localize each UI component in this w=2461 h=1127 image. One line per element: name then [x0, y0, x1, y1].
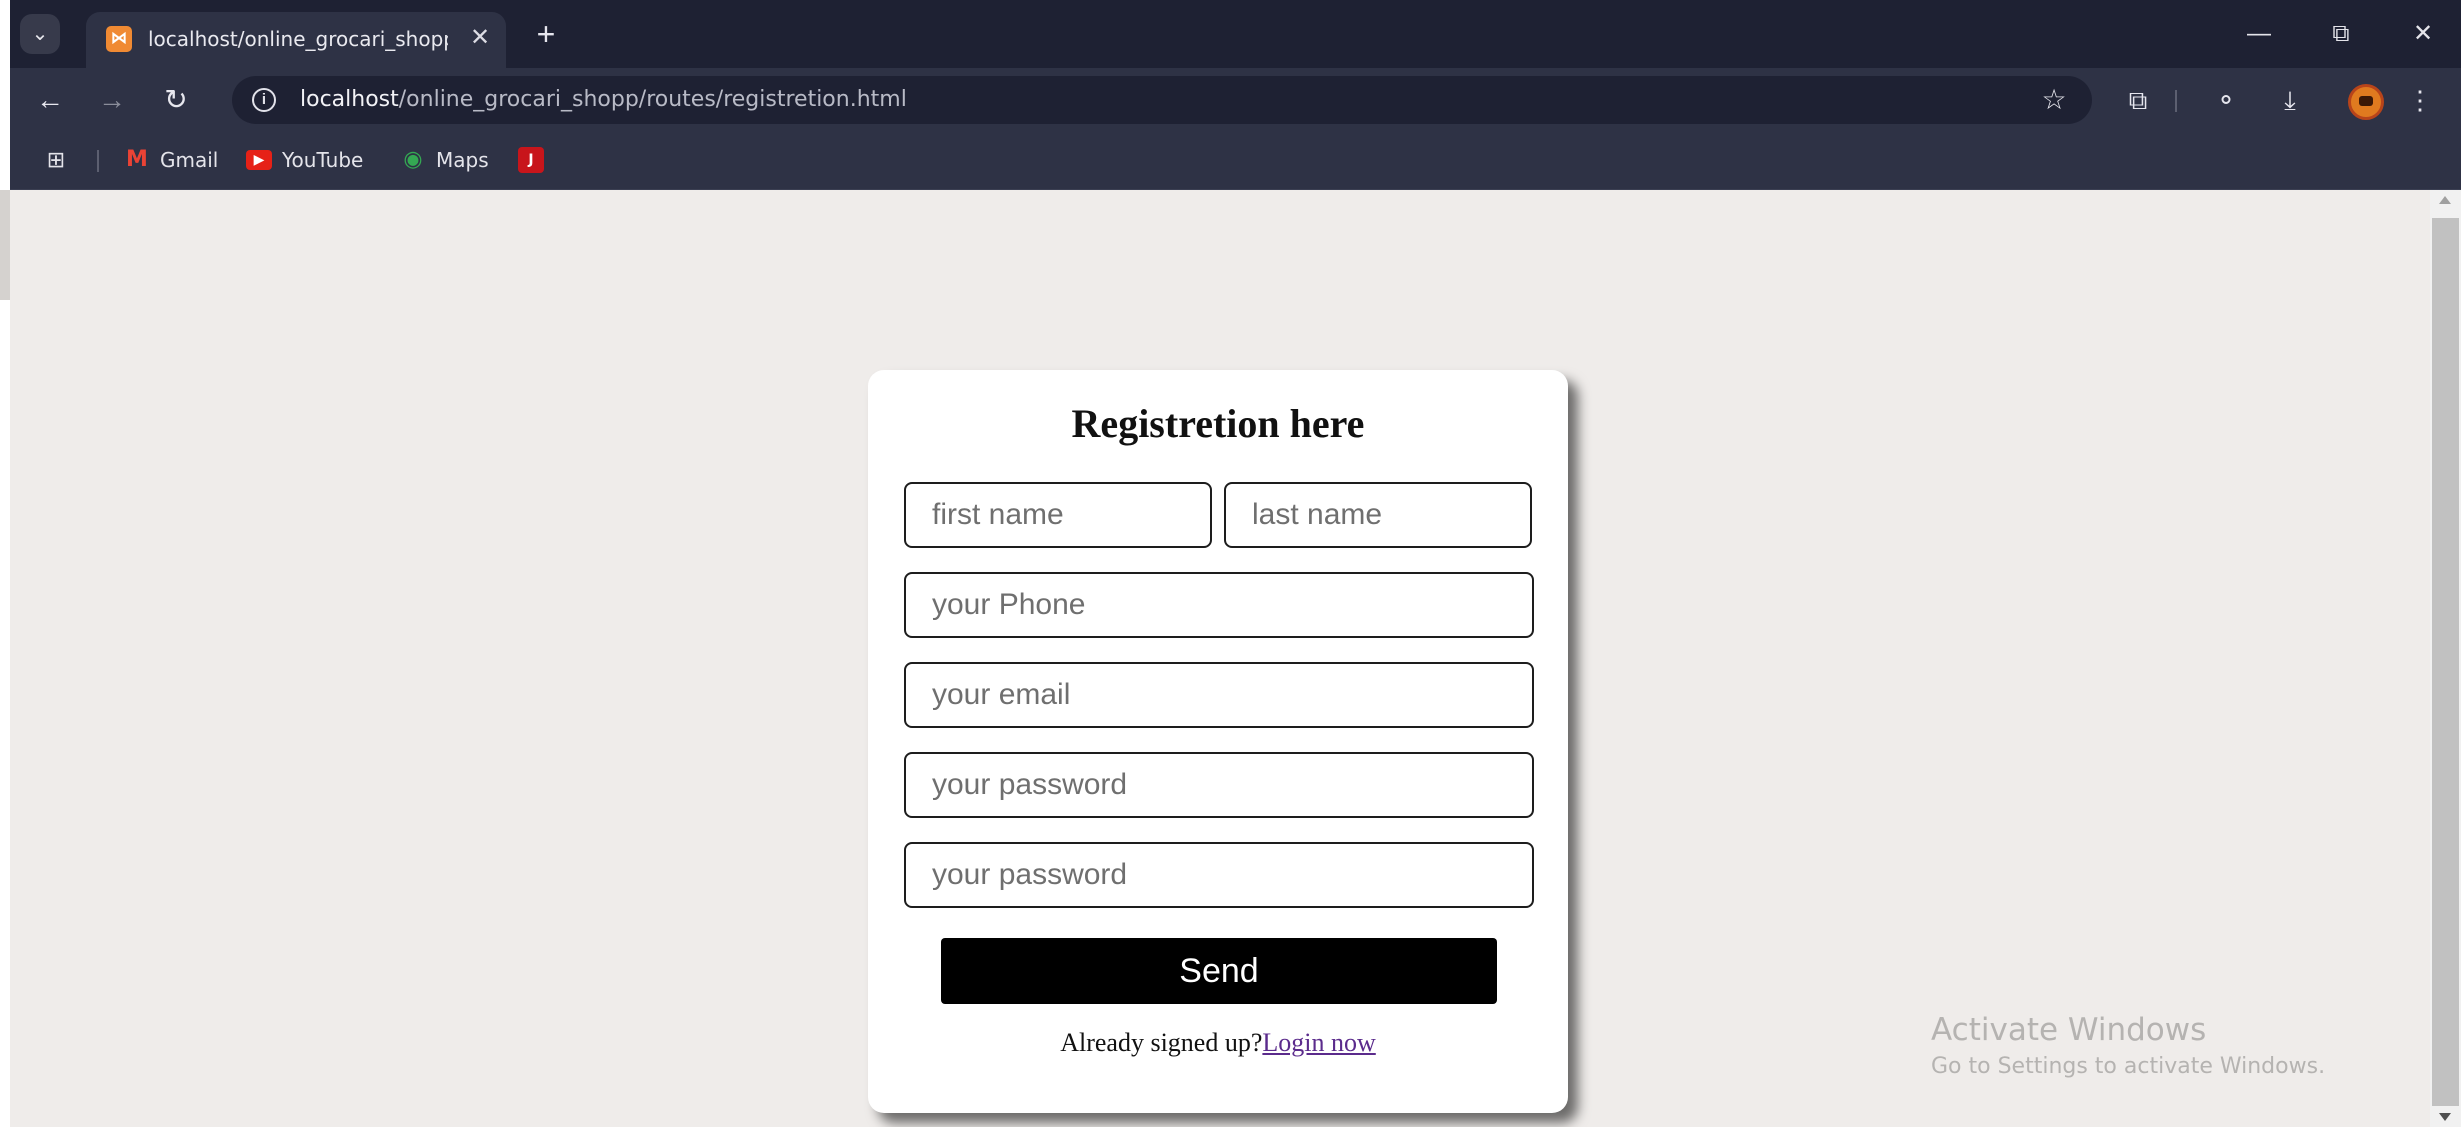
maps-icon: ◉	[403, 147, 423, 172]
toolbar: ← → ↻ i localhost/online_grocari_shopp/r…	[10, 68, 2461, 130]
registration-card: Registretion here Send Already signed up…	[868, 370, 1568, 1113]
bookmark-j[interactable]: J	[518, 144, 544, 176]
gmail-icon: M	[126, 147, 148, 172]
send-button[interactable]: Send	[941, 938, 1497, 1004]
bookmark-youtube-label: YouTube	[282, 148, 364, 172]
form-title: Registretion here	[1071, 401, 1365, 446]
window-close-icon[interactable]: ✕	[2401, 14, 2445, 54]
youtube-icon: ▶	[246, 150, 272, 170]
email-input[interactable]	[904, 662, 1534, 728]
tab-close-icon[interactable]: ✕	[466, 24, 494, 52]
menu-kebab-icon[interactable]: ⋮	[2400, 80, 2440, 120]
browser-window: ⌄ ⋈ localhost/online_grocari_shopp ✕ + —…	[0, 0, 2461, 1127]
already-signed-up-text: Already signed up?	[1060, 1028, 1263, 1057]
minimize-icon[interactable]: —	[2237, 14, 2281, 54]
activate-windows-watermark: Activate Windows Go to Settings to activ…	[1931, 1010, 2325, 1082]
activate-windows-title: Activate Windows	[1931, 1012, 2207, 1048]
performance-icon[interactable]: ⚬	[2206, 80, 2246, 120]
bookmarks-divider	[97, 150, 99, 172]
restore-icon[interactable]: ⧉	[2319, 14, 2363, 54]
login-now-link[interactable]: Login now	[1262, 1028, 1375, 1057]
download-icon[interactable]: ⤓	[2270, 80, 2310, 120]
confirm-password-input[interactable]	[904, 842, 1534, 908]
scroll-thumb[interactable]	[2432, 218, 2459, 1106]
scroll-up-arrow-icon[interactable]	[2439, 196, 2451, 204]
login-prompt: Already signed up?Login now	[868, 1026, 1568, 1060]
bookmarks-bar: ⊞ M Gmail ▶ YouTube ◉ Maps J	[10, 130, 2461, 190]
phone-input[interactable]	[904, 572, 1534, 638]
tab-strip: ⌄ ⋈ localhost/online_grocari_shopp ✕ + —…	[10, 0, 2461, 68]
j-bookmark-icon: J	[518, 147, 544, 173]
bookmark-maps-label: Maps	[436, 148, 489, 172]
forward-icon[interactable]: →	[92, 80, 132, 120]
activate-windows-subtitle: Go to Settings to activate Windows.	[1931, 1054, 2326, 1079]
bookmark-maps[interactable]: ◉ Maps	[400, 144, 489, 176]
bookmark-gmail[interactable]: M Gmail	[124, 144, 218, 176]
toolbar-divider	[2175, 90, 2177, 112]
bookmark-gmail-label: Gmail	[160, 148, 219, 172]
back-icon[interactable]: ←	[30, 80, 70, 120]
url-host: localhost	[300, 87, 399, 112]
new-tab-icon[interactable]: +	[526, 14, 566, 54]
tab-search-icon[interactable]: ⌄	[20, 14, 60, 54]
site-info-icon[interactable]: i	[252, 88, 276, 112]
bookmark-star-icon[interactable]: ☆	[2036, 82, 2072, 118]
apps-grid-icon[interactable]: ⊞	[42, 146, 70, 174]
profile-avatar[interactable]	[2348, 84, 2384, 120]
first-name-input[interactable]	[904, 482, 1212, 548]
xampp-favicon-icon: ⋈	[106, 26, 132, 52]
scroll-down-arrow-icon[interactable]	[2439, 1113, 2451, 1121]
password-input[interactable]	[904, 752, 1534, 818]
window-edge	[0, 190, 10, 300]
reload-icon[interactable]: ↻	[156, 80, 196, 120]
address-bar[interactable]: i localhost/online_grocari_shopp/routes/…	[232, 76, 2092, 124]
tab-title: localhost/online_grocari_shopp	[148, 27, 448, 51]
bookmark-youtube[interactable]: ▶ YouTube	[246, 144, 363, 176]
last-name-input[interactable]	[1224, 482, 1532, 548]
tab-active[interactable]: ⋈ localhost/online_grocari_shopp ✕	[86, 12, 506, 68]
url-text[interactable]: localhost/online_grocari_shopp/routes/re…	[300, 86, 907, 114]
url-path: /online_grocari_shopp/routes/registretio…	[398, 87, 907, 112]
extensions-icon[interactable]: ⧉	[2118, 80, 2158, 120]
vertical-scrollbar[interactable]	[2430, 190, 2461, 1127]
